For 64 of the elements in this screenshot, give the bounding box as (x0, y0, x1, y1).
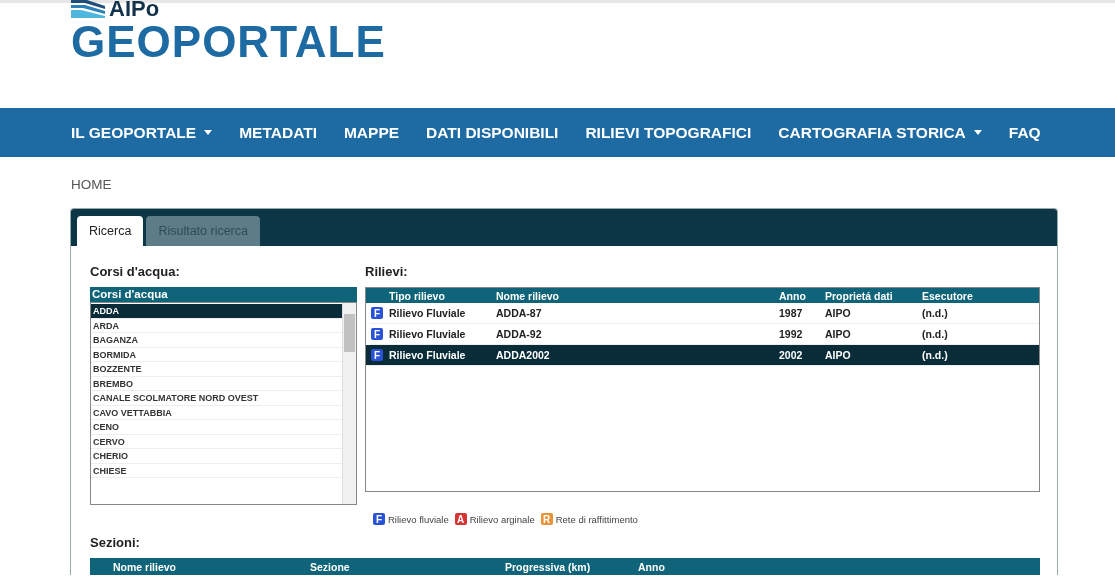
list-item[interactable]: BAGANZA (91, 333, 342, 348)
column-header: Sezione (310, 561, 351, 573)
column-header: Proprietá dati (825, 289, 894, 302)
section-title: Sezioni: (90, 535, 141, 550)
type-badge: F (371, 349, 383, 362)
table-cell-text: (n.d.) (922, 307, 949, 319)
column-header: Tipo rilievo (389, 289, 446, 302)
list-header: Corsi d'acqua (90, 287, 357, 302)
table-cell-text: Rilievo Fluviale (389, 349, 467, 361)
table-row[interactable]: F Rilievo Fluviale ADDA-87 1987 AIPO (n.d.) (370, 303, 1039, 324)
legend-label: Rilievo arginale (469, 513, 535, 525)
list-item[interactable]: CENO (91, 420, 342, 435)
table-cell-text: (n.d.) (922, 328, 949, 340)
type-badge: A (454, 513, 467, 525)
list-item[interactable]: ARDA (91, 318, 342, 333)
table-cell-text: 2002 (779, 349, 804, 361)
table-cell-text: ADDA2002 (496, 349, 551, 361)
table-cell-text: ADDA-87 (496, 307, 543, 319)
table-row[interactable]: F Rilievo Fluviale ADDA2002 2002 AIPO (n.d.) (366, 345, 1039, 366)
table-cell-text: AIPO (825, 349, 852, 361)
section-title: Rilievi: (365, 264, 409, 279)
legend-label: Rilievo fluviale (388, 513, 449, 525)
nav-link[interactable]: RILIEVI TOPOGRAFICI (585, 123, 752, 142)
nav-link[interactable]: FAQ (1008, 123, 1041, 142)
breadcrumb-link[interactable]: HOME (71, 177, 112, 192)
table-cell-text: AIPO (825, 307, 852, 319)
column-header: Nome rilievo (496, 289, 561, 302)
table-cell-text: AIPO (825, 328, 852, 340)
table-cell-text: Rilievo Fluviale (389, 328, 467, 340)
table-cell-text: Rilievo Fluviale (389, 307, 467, 319)
table-cell-text: ADDA-92 (496, 328, 543, 340)
column-header: Esecutore (922, 289, 974, 302)
list-item[interactable]: CHERIO (91, 449, 342, 464)
scrollbar[interactable] (342, 303, 356, 504)
list-item[interactable]: BREMBO (91, 376, 342, 391)
column-header: Anno (779, 289, 807, 302)
list-item[interactable]: CANALE SCOLMATORE NORD OVEST (91, 391, 342, 406)
column-header: Progressiva (km) (505, 561, 592, 573)
legend-label: Rete di raffittimento (555, 513, 638, 525)
list-item[interactable]: CAVO VETTABBIA (91, 405, 342, 420)
logo-icon (71, 0, 105, 18)
nav-link[interactable]: METADATI (239, 123, 317, 142)
nav-link[interactable]: IL GEOPORTALE (71, 123, 213, 142)
table-cell-text: (n.d.) (922, 349, 949, 361)
site-title: GEOPORTALE (71, 20, 386, 64)
type-badge: F (373, 513, 385, 525)
type-badge: R (540, 513, 553, 525)
table-cell-text: 1992 (779, 328, 804, 340)
type-badge: F (371, 307, 383, 320)
list-item[interactable]: BORMIDA (91, 347, 342, 362)
table-cell-text: 1987 (779, 307, 804, 319)
list-item[interactable]: BOZZENTE (91, 362, 342, 377)
nav-link[interactable]: CARTOGRAFIA STORICA (778, 123, 982, 142)
type-badge: F (371, 328, 383, 341)
list-item[interactable]: ADDA (91, 304, 342, 319)
nav-link[interactable]: MAPPE (343, 123, 400, 142)
list-item[interactable]: CHIESE (91, 463, 342, 478)
column-header: Nome rilievo (113, 561, 178, 573)
section-title: Corsi d'acqua: (90, 264, 181, 279)
column-header: Anno (638, 561, 666, 573)
list-item[interactable]: CERVO (91, 434, 342, 449)
nav-link[interactable]: DATI DISPONIBILI (426, 123, 559, 142)
tab[interactable]: Ricerca (77, 216, 144, 246)
brand-name: AIPo (109, 0, 160, 19)
